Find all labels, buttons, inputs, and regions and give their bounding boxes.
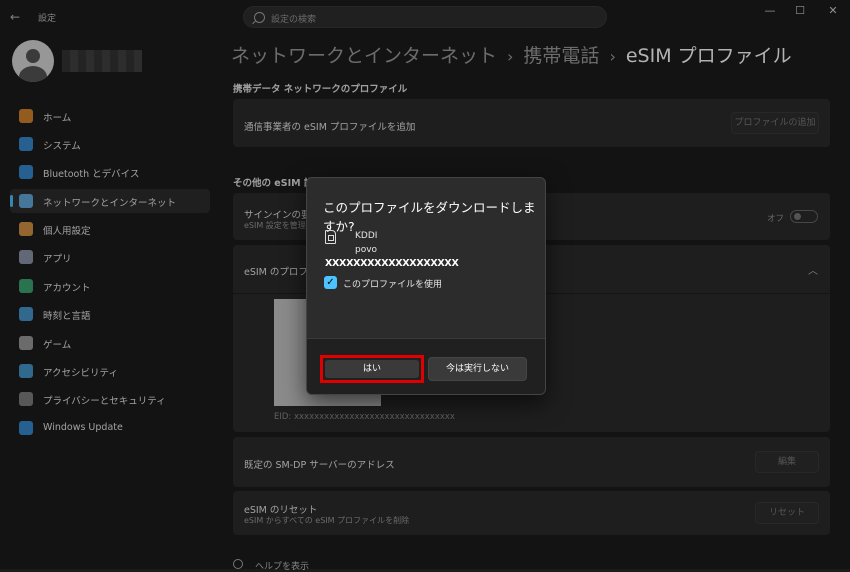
dialog-number: XXXXXXXXXXXXXXXXXXX [325, 258, 459, 269]
sim-card-icon [325, 230, 336, 244]
dialog-carrier: KDDI [355, 231, 378, 241]
dialog-footer: はい 今は実行しない [307, 338, 545, 394]
dialog-title: このプロファイルをダウンロードしますか? [323, 200, 536, 234]
yes-button[interactable]: はい [325, 360, 419, 378]
not-now-button[interactable]: 今は実行しない [428, 357, 527, 381]
yes-button-highlight: はい [320, 355, 424, 383]
download-profile-dialog: このプロファイルをダウンロードしますか? KDDI povo XXXXXXXXX… [306, 177, 546, 395]
dialog-plan: povo [355, 245, 378, 255]
use-profile-checkbox[interactable]: ✓ [324, 276, 337, 289]
use-profile-label[interactable]: このプロファイルを使用 [343, 277, 442, 290]
